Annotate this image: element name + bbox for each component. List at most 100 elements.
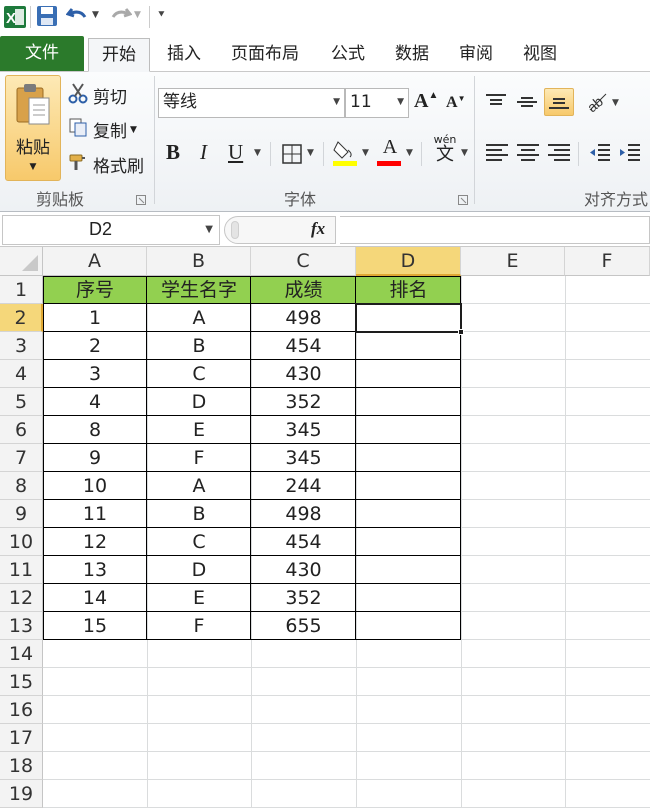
borders-icon[interactable] (281, 143, 303, 169)
row-header-19[interactable]: 19 (0, 780, 43, 808)
row-header-3[interactable]: 3 (0, 332, 43, 360)
align-left-icon[interactable] (484, 142, 510, 168)
table-cell[interactable] (356, 612, 461, 640)
redo-dropdown-icon[interactable]: ▼ (134, 10, 141, 34)
font-name-dropdown-icon[interactable]: ▼ (333, 89, 340, 115)
tab-insert[interactable]: 插入 (158, 38, 210, 71)
formula-input[interactable] (340, 216, 650, 244)
table-cell[interactable]: E (147, 584, 251, 612)
table-cell[interactable]: D (147, 556, 251, 584)
table-cell[interactable]: 454 (251, 332, 356, 360)
fill-color-icon[interactable] (332, 138, 358, 172)
tab-page-layout[interactable]: 页面布局 (222, 38, 308, 71)
table-cell[interactable]: 3 (43, 360, 147, 388)
font-launcher-icon[interactable] (458, 190, 468, 209)
row-header-12[interactable]: 12 (0, 584, 43, 612)
copy-button[interactable]: 复制 ▼ (68, 117, 137, 142)
table-header-cell[interactable]: 序号 (43, 276, 147, 304)
table-header-cell[interactable]: 成绩 (251, 276, 356, 304)
italic-button[interactable]: I (200, 140, 207, 165)
table-cell[interactable]: F (147, 444, 251, 472)
cut-button[interactable]: 剪切 (68, 82, 127, 109)
table-cell[interactable]: 498 (251, 500, 356, 528)
table-cell[interactable]: F (147, 612, 251, 640)
align-right-icon[interactable] (546, 142, 572, 168)
table-cell[interactable]: 454 (251, 528, 356, 556)
row-header-13[interactable]: 13 (0, 612, 43, 640)
table-cell[interactable]: 8 (43, 416, 147, 444)
table-cell[interactable]: 655 (251, 612, 356, 640)
tab-data[interactable]: 数据 (386, 38, 438, 71)
table-cell[interactable]: 498 (251, 304, 356, 332)
column-header-f[interactable]: F (565, 247, 650, 276)
phonetic-guide-icon[interactable]: wén 文 (430, 134, 460, 165)
table-cell[interactable]: A (147, 472, 251, 500)
table-cell[interactable]: 430 (251, 360, 356, 388)
orientation-dropdown-icon[interactable]: ▼ (612, 98, 619, 108)
table-cell[interactable] (356, 584, 461, 612)
row-header-17[interactable]: 17 (0, 724, 43, 752)
redo-icon[interactable] (108, 5, 133, 29)
table-cell[interactable]: B (147, 500, 251, 528)
table-cell[interactable] (356, 500, 461, 528)
table-cell[interactable] (356, 388, 461, 416)
table-header-cell[interactable]: 学生名字 (147, 276, 251, 304)
row-header-2[interactable]: 2 (0, 304, 43, 332)
table-cell[interactable]: E (147, 416, 251, 444)
table-cell[interactable] (356, 556, 461, 584)
table-cell[interactable]: 12 (43, 528, 147, 556)
name-box-dropdown-icon[interactable]: ▼ (205, 224, 213, 235)
formula-resize-handle[interactable] (231, 221, 239, 239)
tab-file[interactable]: 文件 (0, 36, 84, 71)
table-cell[interactable]: 10 (43, 472, 147, 500)
increase-indent-icon[interactable] (618, 142, 642, 168)
row-header-11[interactable]: 11 (0, 556, 43, 584)
table-cell[interactable]: B (147, 332, 251, 360)
select-all-corner[interactable] (0, 247, 43, 276)
row-header-14[interactable]: 14 (0, 640, 43, 668)
undo-dropdown-icon[interactable]: ▼ (92, 10, 99, 34)
table-cell[interactable] (356, 416, 461, 444)
table-cell[interactable] (356, 332, 461, 360)
insert-function-icon[interactable]: fx (311, 219, 325, 239)
table-cell[interactable] (356, 528, 461, 556)
undo-icon[interactable] (65, 5, 90, 29)
table-cell[interactable] (356, 444, 461, 472)
row-header-4[interactable]: 4 (0, 360, 43, 388)
decrease-indent-icon[interactable] (588, 142, 612, 168)
name-box[interactable]: D2 ▼ (2, 215, 220, 245)
table-cell[interactable]: 13 (43, 556, 147, 584)
font-size-combo[interactable]: 11 ▼ (345, 88, 409, 118)
row-header-1[interactable]: 1 (0, 276, 43, 304)
row-header-18[interactable]: 18 (0, 752, 43, 780)
table-cell[interactable]: 345 (251, 444, 356, 472)
table-cell[interactable] (356, 360, 461, 388)
row-header-15[interactable]: 15 (0, 668, 43, 696)
customize-toolbar-icon[interactable]: ⯆ (157, 8, 166, 32)
grow-font-button[interactable]: A ▲ (414, 90, 438, 113)
borders-dropdown-icon[interactable]: ▼ (307, 148, 314, 158)
row-header-7[interactable]: 7 (0, 444, 43, 472)
phonetic-dropdown-icon[interactable]: ▼ (461, 148, 468, 158)
table-cell[interactable]: 4 (43, 388, 147, 416)
font-size-dropdown-icon[interactable]: ▼ (397, 89, 404, 115)
table-cell[interactable]: 345 (251, 416, 356, 444)
underline-dropdown-icon[interactable]: ▼ (254, 148, 261, 158)
row-header-10[interactable]: 10 (0, 528, 43, 556)
table-cell[interactable] (356, 472, 461, 500)
table-cell[interactable]: D (147, 388, 251, 416)
row-header-16[interactable]: 16 (0, 696, 43, 724)
align-bottom-icon[interactable] (544, 88, 574, 116)
column-header-d[interactable]: D (356, 247, 461, 276)
align-top-icon[interactable] (484, 92, 508, 116)
table-cell[interactable]: 352 (251, 584, 356, 612)
row-header-6[interactable]: 6 (0, 416, 43, 444)
shrink-font-button[interactable]: A ▼ (446, 94, 465, 112)
row-header-8[interactable]: 8 (0, 472, 43, 500)
clipboard-launcher-icon[interactable] (136, 190, 146, 209)
table-cell[interactable]: 2 (43, 332, 147, 360)
table-cell[interactable]: C (147, 360, 251, 388)
tab-home[interactable]: 开始 (88, 38, 150, 72)
font-color-icon[interactable]: A (376, 136, 404, 159)
table-cell[interactable]: 352 (251, 388, 356, 416)
